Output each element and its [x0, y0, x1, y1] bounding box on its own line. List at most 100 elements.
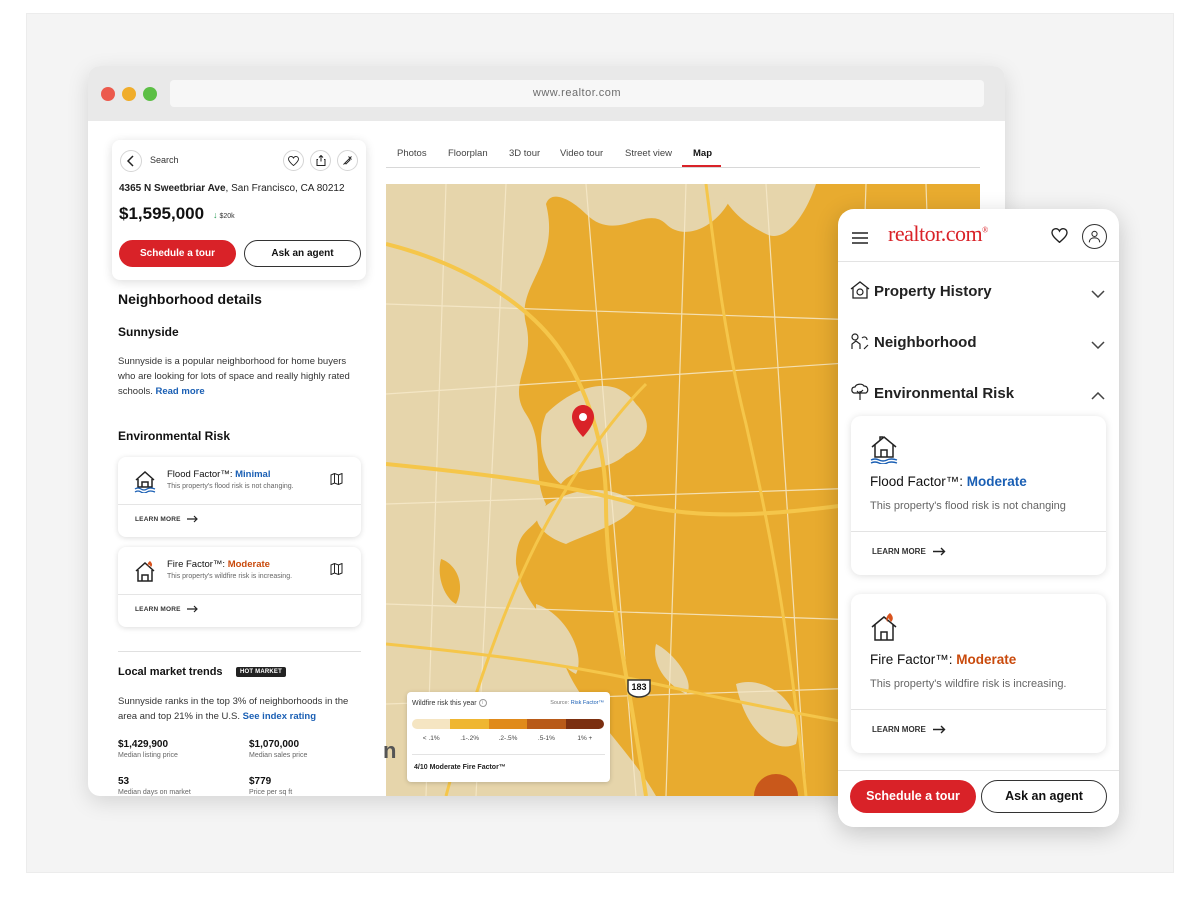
legend-color-scale	[412, 719, 604, 729]
map-icon[interactable]	[325, 558, 347, 580]
accordion-property-history[interactable]: Property History	[850, 276, 1110, 306]
stat-median-days-on-market: 53 Median days on market	[118, 776, 191, 796]
stat-label: Price per sq ft	[249, 789, 293, 796]
fire-factor-card: Fire Factor™: Moderate This property's w…	[118, 547, 361, 627]
card-divider	[118, 504, 361, 505]
risk-factor-link[interactable]: Risk Factor™	[571, 700, 604, 706]
wildfire-legend: Wildfire risk this year i Source: Risk F…	[407, 692, 610, 782]
fire-house-icon	[133, 559, 157, 588]
learn-more-label: LEARN MORE	[135, 605, 181, 613]
tab-photos[interactable]: Photos	[397, 148, 427, 159]
highway-number: 183	[631, 682, 647, 692]
property-address: 4365 N Sweetbriar Ave, San Francisco, CA…	[119, 183, 345, 194]
legend-label: 1% +	[577, 735, 593, 742]
hide-listing-icon[interactable]	[337, 150, 358, 171]
fire-factor-description: This property's wildfire risk is increas…	[167, 573, 293, 580]
tab-map[interactable]: Map	[693, 148, 712, 159]
fire-house-icon	[870, 612, 898, 647]
flood-learn-more-link[interactable]: LEARN MORE	[135, 515, 199, 523]
neighborhood-description: Sunnyside is a popular neighborhood for …	[118, 354, 366, 399]
neighborhood-details-heading: Neighborhood details	[118, 291, 262, 307]
close-window-dot[interactable]	[101, 87, 115, 101]
accordion-label: Neighborhood	[874, 334, 977, 351]
maximize-window-dot[interactable]	[143, 87, 157, 101]
mobile-schedule-tour-button[interactable]: Schedule a tour	[850, 780, 976, 813]
fire-learn-more-link[interactable]: LEARN MORE	[135, 605, 199, 613]
stat-label: Median listing price	[118, 752, 178, 759]
see-index-rating-link[interactable]: See index rating	[243, 711, 316, 722]
address-city: , San Francisco, CA 80212	[225, 183, 345, 194]
arrow-right-icon	[186, 605, 198, 613]
active-tab-indicator	[682, 165, 721, 167]
stat-value: $1,070,000	[249, 739, 300, 750]
market-description: Sunnyside ranks in the top 3% of neighbo…	[118, 694, 363, 724]
listing-summary-card: Search 4365 N Sweetbriar Ave, San Franci…	[112, 140, 366, 280]
stat-median-sales-price: $1,070,000 Median sales price	[249, 739, 307, 759]
minimize-window-dot[interactable]	[122, 87, 136, 101]
fire-factor-title: Fire Factor™: Moderate	[870, 652, 1016, 667]
info-icon[interactable]: i	[478, 699, 487, 707]
accordion-label: Environmental Risk	[874, 385, 1015, 402]
price-change-value: $20k	[219, 213, 235, 220]
schedule-tour-button[interactable]: Schedule a tour	[119, 240, 236, 267]
fire-factor-level: Moderate	[227, 559, 270, 570]
hamburger-menu-icon[interactable]	[852, 231, 868, 249]
share-icon[interactable]	[310, 150, 331, 171]
learn-more-label: LEARN MORE	[872, 725, 926, 734]
legend-fire-factor-summary: 4/10 Moderate Fire Factor™	[414, 764, 506, 771]
legend-labels: < .1% .1-.2% .2-.5% .5-1% 1% +	[412, 735, 604, 742]
legend-divider	[412, 754, 605, 755]
favorites-heart-icon[interactable]	[1051, 227, 1068, 248]
legend-swatch	[527, 719, 566, 729]
flood-house-icon	[133, 469, 157, 498]
stat-label: Median days on market	[118, 789, 191, 796]
price-change: ↓ $20k	[213, 210, 235, 220]
map-icon[interactable]	[325, 468, 347, 490]
card-divider	[851, 709, 1106, 710]
mobile-ask-agent-button[interactable]: Ask an agent	[981, 780, 1107, 813]
flood-learn-more-link[interactable]: LEARN MORE	[872, 547, 946, 556]
chevron-left-icon	[126, 155, 134, 167]
ask-agent-button[interactable]: Ask an agent	[244, 240, 361, 267]
tab-3d-tour[interactable]: 3D tour	[509, 148, 540, 159]
learn-more-label: LEARN MORE	[135, 515, 181, 523]
fire-learn-more-link[interactable]: LEARN MORE	[872, 725, 946, 734]
environmental-risk-heading: Environmental Risk	[118, 429, 231, 443]
flood-factor-title: Flood Factor™: Moderate	[870, 474, 1027, 489]
legend-title: Wildfire risk this year i	[412, 699, 487, 707]
flood-house-icon	[870, 434, 898, 469]
favorite-heart-icon[interactable]	[283, 150, 304, 171]
mobile-header: realtor.com®	[838, 209, 1119, 262]
stat-value: $779	[249, 776, 272, 787]
flood-factor-level: Moderate	[966, 474, 1027, 489]
arrow-down-icon: ↓	[213, 210, 218, 220]
accordion-environmental-risk[interactable]: Environmental Risk	[850, 378, 1110, 408]
legend-label: .2-.5%	[498, 735, 518, 742]
fire-factor-level: Moderate	[956, 652, 1017, 667]
url-bar[interactable]: www.realtor.com	[170, 80, 984, 107]
learn-more-label: LEARN MORE	[872, 547, 926, 556]
tab-video-tour[interactable]: Video tour	[560, 148, 603, 159]
user-account-icon[interactable]	[1082, 224, 1107, 249]
accordion-neighborhood[interactable]: Neighborhood	[850, 327, 1110, 357]
card-divider	[118, 594, 361, 595]
card-divider	[851, 531, 1106, 532]
realtor-logo[interactable]: realtor.com®	[888, 221, 988, 247]
tab-street-view[interactable]: Street view	[625, 148, 672, 159]
back-label[interactable]: Search	[150, 155, 179, 165]
legend-swatch	[412, 719, 451, 729]
neighborhood-description-text: Sunnyside is a popular neighborhood for …	[118, 356, 350, 397]
fire-factor-description: This property's wildfire risk is increas…	[870, 678, 1067, 690]
media-tabs: Photos Floorplan 3D tour Video tour Stre…	[386, 146, 980, 168]
back-button[interactable]	[120, 150, 142, 172]
browser-chrome: www.realtor.com	[88, 66, 1005, 121]
tab-floorplan[interactable]: Floorplan	[448, 148, 488, 159]
legend-label: < .1%	[422, 735, 440, 742]
legend-label: .5-1%	[537, 735, 555, 742]
flood-factor-level: Minimal	[235, 469, 271, 480]
arrow-right-icon	[932, 725, 946, 734]
hot-market-badge: HOT MARKET	[236, 667, 286, 677]
read-more-link[interactable]: Read more	[156, 386, 205, 397]
mobile-footer-actions: Schedule a tour Ask an agent	[838, 770, 1119, 827]
neighborhood-name: Sunnyside	[118, 325, 179, 339]
